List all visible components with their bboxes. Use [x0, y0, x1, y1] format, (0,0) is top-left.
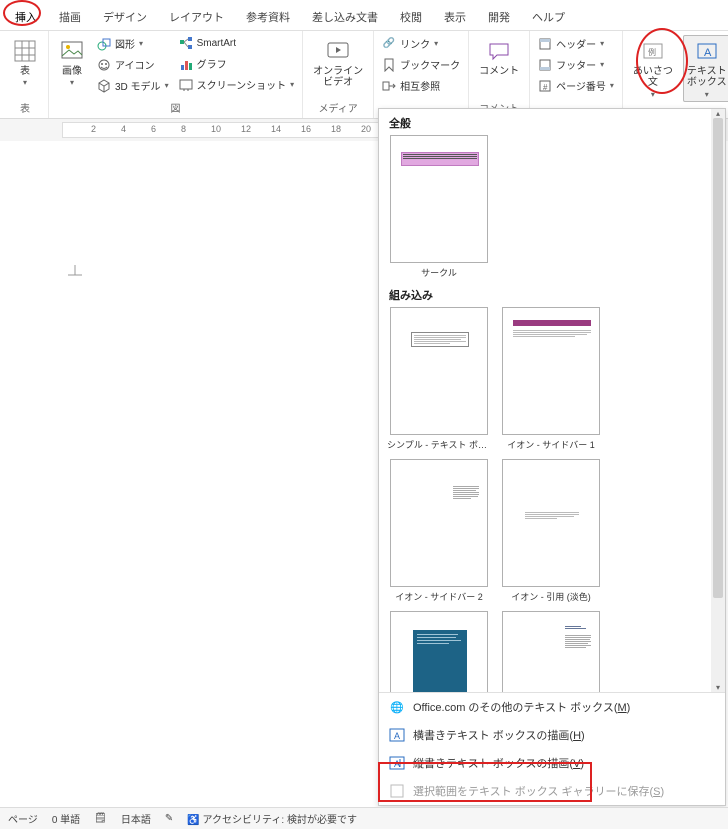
smartart-button[interactable]: SmartArt [177, 35, 297, 51]
svg-text:A: A [704, 47, 712, 59]
gallery-item-ion-side2[interactable]: イオン - サイドバー 2 [387, 459, 491, 605]
greeting-icon: 例 [640, 38, 666, 64]
gallery-item-integral-side[interactable]: インテグラル - サイドバー [499, 611, 603, 692]
group-label-tables: 表 [8, 98, 42, 118]
ribbon-group-comments: コメント コメント [469, 31, 530, 118]
menu-view[interactable]: 表示 [433, 4, 477, 30]
ribbon-group-media: オンライン ビデオ メディア [303, 31, 374, 118]
gallery-item-ion-side1[interactable]: イオン - サイドバー 1 [499, 307, 603, 453]
ribbon-group-text: 例 あいさつ 文▾ A テキスト ボックス▾ ▾ A▾ A▾ [623, 31, 728, 118]
link-button[interactable]: 🔗リンク▾ [380, 35, 462, 52]
vertical-textbox-icon: A [389, 755, 405, 771]
scroll-thumb[interactable] [713, 118, 723, 598]
section-builtin: 組み込み [387, 281, 707, 307]
pagenum-icon: # [538, 79, 552, 93]
status-accessibility[interactable]: ♿ アクセシビリティ: 検討が必要です [187, 811, 357, 826]
menu-review[interactable]: 校閲 [389, 4, 433, 30]
screenshot-icon [179, 78, 193, 92]
picture-icon [59, 38, 85, 64]
icons-icon [97, 58, 111, 72]
table-button[interactable]: 表▾ [8, 35, 42, 91]
status-spell-icon[interactable]: 🗒 [94, 813, 107, 824]
svg-text:#: # [543, 83, 548, 92]
gallery-item-simple[interactable]: シンプル - テキスト ボッ... [387, 307, 491, 453]
footer-icon [538, 58, 552, 72]
gallery-item-ion-quote-dark[interactable]: イオン - 引用 (濃色) [387, 611, 491, 692]
chart-button[interactable]: グラフ [177, 55, 297, 72]
header-icon [538, 37, 552, 51]
shapes-button[interactable]: 図形▾ [95, 35, 171, 52]
status-bar: ページ 0 単語 🗒 日本語 ✎ ♿ アクセシビリティ: 検討が必要です [0, 807, 728, 829]
status-lang[interactable]: 日本語 [121, 811, 151, 826]
chart-icon [179, 57, 193, 71]
more-office-textboxes[interactable]: 🌐 Office.com のその他のテキスト ボックス(M) [379, 693, 725, 721]
draw-horizontal-textbox[interactable]: A 横書きテキスト ボックスの描画(H) [379, 721, 725, 749]
ribbon-group-links: 🔗リンク▾ ブックマーク 相互参照 [374, 31, 469, 118]
menu-layout[interactable]: レイアウト [158, 4, 235, 30]
status-predict-icon[interactable]: ✎ [165, 813, 173, 824]
bookmark-button[interactable]: ブックマーク [380, 56, 462, 73]
menu-draw[interactable]: 描画 [48, 4, 92, 30]
menu-bar: 挿入 描画 デザイン レイアウト 参考資料 差し込み文書 校閲 表示 開発 ヘル… [0, 0, 728, 31]
gallery-item-ion-quote-light[interactable]: イオン - 引用 (淡色) [499, 459, 603, 605]
svg-text:例: 例 [648, 47, 656, 57]
models-button[interactable]: 3D モデル▾ [95, 77, 171, 94]
comment-icon [486, 38, 512, 64]
horizontal-textbox-icon: A [389, 727, 405, 743]
draw-vertical-textbox[interactable]: A 縦書きテキスト ボックスの描画(V) [379, 749, 725, 777]
online-video-button[interactable]: オンライン ビデオ [309, 35, 367, 91]
screenshot-button[interactable]: スクリーンショット▾ [177, 76, 297, 93]
gallery-footer: 🌐 Office.com のその他のテキスト ボックス(M) A 横書きテキスト… [379, 692, 725, 805]
section-general: 全般 [387, 109, 707, 135]
pagenum-button[interactable]: #ページ番号▾ [536, 77, 616, 94]
bookmark-icon [382, 58, 396, 72]
cube-icon [97, 79, 111, 93]
save-to-gallery: 選択範囲をテキスト ボックス ギャラリーに保存(S) [379, 777, 725, 805]
greeting-button[interactable]: 例 あいさつ 文▾ [629, 35, 677, 102]
footer-button[interactable]: フッター▾ [536, 56, 616, 73]
status-words: 0 単語 [52, 811, 80, 826]
svg-text:A: A [394, 731, 400, 741]
gallery-item-circle[interactable]: サークル [387, 135, 491, 281]
ribbon-group-hf: ヘッダー▾ フッター▾ #ページ番号▾ [530, 31, 623, 118]
icons-button[interactable]: アイコン [95, 56, 171, 73]
scroll-down-icon[interactable]: ▾ [716, 683, 720, 692]
ribbon: 表▾ 表 画像▾ 図形▾ アイコン 3D モデル▾ SmartArt グラフ ス… [0, 31, 728, 119]
gallery-scrollbar[interactable]: ▴ ▾ [711, 109, 725, 692]
crossref-button[interactable]: 相互参照 [380, 77, 462, 94]
smartart-icon [179, 36, 193, 50]
menu-references[interactable]: 参考資料 [235, 4, 301, 30]
link-icon: 🔗 [382, 37, 396, 51]
text-cursor [68, 265, 82, 283]
shapes-icon [97, 37, 111, 51]
ruler[interactable]: 2 4 6 8 10 12 14 16 18 20 [62, 122, 382, 138]
crossref-icon [382, 79, 396, 93]
table-icon [12, 38, 38, 64]
svg-text:A: A [394, 759, 400, 769]
status-page: ページ [8, 811, 38, 826]
menu-developer[interactable]: 開発 [477, 4, 521, 30]
menu-help[interactable]: ヘルプ [521, 4, 576, 30]
group-label-media: メディア [309, 98, 367, 118]
ribbon-group-illustrations: 画像▾ 図形▾ アイコン 3D モデル▾ SmartArt グラフ スクリーンシ… [49, 31, 303, 118]
save-icon [389, 783, 405, 799]
textbox-gallery-dropdown: 全般 サークル 組み込み [378, 108, 726, 806]
menu-insert[interactable]: 挿入 [4, 4, 48, 30]
picture-button[interactable]: 画像▾ [55, 35, 89, 91]
menu-design[interactable]: デザイン [92, 4, 158, 30]
textbox-icon: A [694, 38, 720, 64]
comment-button[interactable]: コメント [475, 35, 523, 80]
scroll-up-icon[interactable]: ▴ [716, 109, 720, 118]
menu-mailings[interactable]: 差し込み文書 [301, 4, 389, 30]
ribbon-group-tables: 表▾ 表 [2, 31, 49, 118]
textbox-button[interactable]: A テキスト ボックス▾ [683, 35, 728, 102]
video-icon [325, 38, 351, 64]
header-button[interactable]: ヘッダー▾ [536, 35, 616, 52]
globe-icon: 🌐 [389, 699, 405, 715]
group-label-illustrations: 図 [55, 98, 296, 118]
